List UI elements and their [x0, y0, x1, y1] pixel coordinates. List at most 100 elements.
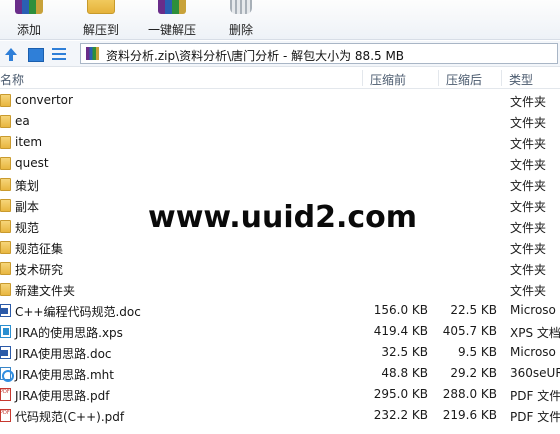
file-size-before: 295.0 KB [373, 387, 428, 401]
add-button[interactable]: 添加 [4, 0, 54, 40]
file-type: Microso [510, 345, 556, 359]
file-size-before: 32.5 KB [381, 345, 428, 359]
column-header-name[interactable]: 名称 [0, 71, 24, 88]
file-row[interactable]: JIRA使用思路.mht 48.8 KB 29.2 KB 360seUR [0, 363, 560, 384]
file-size-after: 219.6 KB [442, 408, 497, 422]
file-name: JIRA的使用思路.xps [15, 326, 123, 340]
file-type: PDF 文件 [510, 389, 560, 403]
file-name: 规范 [15, 221, 40, 235]
file-name: 代码规范(C++).pdf [15, 410, 125, 424]
file-name: 策划 [15, 179, 40, 193]
file-type: 文件夹 [510, 95, 547, 109]
file-row[interactable]: 策划 文件夹 [0, 174, 560, 195]
file-row[interactable]: JIRA使用思路.pdf 295.0 KB 288.0 KB PDF 文件 [0, 384, 560, 405]
xps-doc-icon [0, 325, 11, 338]
file-size-after: 405.7 KB [442, 324, 497, 338]
folder-icon [0, 94, 11, 107]
file-name: 规范征集 [15, 242, 64, 256]
column-divider[interactable] [438, 70, 439, 86]
folder-icon [0, 115, 11, 128]
file-size-after: 9.5 KB [458, 345, 497, 359]
mht-doc-icon [0, 367, 14, 382]
file-type: 文件夹 [510, 242, 547, 256]
path-text: 资料分析.zip\资料分析\唐门分析 - 解包大小为 88.5 MB [106, 49, 405, 63]
column-divider[interactable] [362, 70, 363, 86]
one-click-extract-button-label: 一键解压 [147, 23, 196, 37]
list-view-icon[interactable] [51, 46, 67, 62]
folder-icon [0, 220, 11, 233]
file-name: C++编程代码规范.doc [15, 305, 141, 319]
file-name: JIRA使用思路.doc [15, 347, 112, 361]
extract-to-button[interactable]: 解压到 [76, 0, 126, 40]
address-bar: 资料分析.zip\资料分析\唐门分析 - 解包大小为 88.5 MB [0, 41, 560, 67]
extract-to-button-label: 解压到 [82, 23, 119, 37]
file-size-before: 48.8 KB [381, 366, 428, 380]
file-name: convertor [15, 93, 73, 107]
column-header-packed[interactable]: 压缩前 [370, 71, 406, 88]
file-row[interactable]: quest 文件夹 [0, 153, 560, 174]
file-row[interactable]: 新建文件夹 文件夹 [0, 279, 560, 300]
file-type: 文件夹 [510, 221, 547, 235]
folder-icon [0, 199, 11, 212]
pdf-doc-icon [0, 388, 11, 401]
column-header-size[interactable]: 压缩后 [446, 71, 482, 88]
file-row[interactable]: 代码规范(C++).pdf 232.2 KB 219.6 KB PDF 文件 [0, 405, 560, 426]
file-row[interactable]: convertor 文件夹 [0, 90, 560, 111]
column-header-row: 名称 压缩前 压缩后 类型 [0, 68, 560, 89]
folder-icon [0, 262, 11, 275]
add-archive-icon [15, 0, 43, 14]
file-row[interactable]: JIRA的使用思路.xps 419.4 KB 405.7 KB XPS 文档 [0, 321, 560, 342]
file-size-after: 22.5 KB [450, 303, 497, 317]
folder-icon [0, 136, 11, 149]
file-type: Microso [510, 303, 556, 317]
file-row[interactable]: C++编程代码规范.doc 156.0 KB 22.5 KB Microso [0, 300, 560, 321]
one-click-extract-icon [158, 0, 186, 14]
file-name: ea [15, 114, 30, 128]
thumbnail-view-icon[interactable] [27, 46, 44, 62]
file-type: 文件夹 [510, 200, 547, 214]
file-type: 文件夹 [510, 263, 547, 277]
file-row[interactable]: ea 文件夹 [0, 111, 560, 132]
file-size-before: 232.2 KB [373, 408, 428, 422]
folder-icon [0, 241, 11, 254]
file-size-before: 156.0 KB [373, 303, 428, 317]
file-name: JIRA使用思路.pdf [15, 389, 110, 403]
file-name: JIRA使用思路.mht [15, 368, 114, 382]
folder-icon [0, 178, 11, 191]
add-button-label: 添加 [16, 23, 41, 37]
file-type: XPS 文档 [510, 326, 560, 340]
file-row[interactable]: 规范征集 文件夹 [0, 237, 560, 258]
up-arrow-icon[interactable] [3, 46, 19, 62]
file-name: 技术研究 [15, 263, 64, 277]
folder-icon [0, 283, 11, 296]
file-name: 副本 [15, 200, 40, 214]
file-size-before: 419.4 KB [373, 324, 428, 338]
word-doc-icon [0, 304, 11, 317]
file-row[interactable]: item 文件夹 [0, 132, 560, 153]
pdf-doc-icon [0, 409, 11, 422]
file-row[interactable]: 技术研究 文件夹 [0, 258, 560, 279]
watermark-text: www.uuid2.com [148, 200, 418, 235]
file-row[interactable]: JIRA使用思路.doc 32.5 KB 9.5 KB Microso [0, 342, 560, 363]
file-size-after: 288.0 KB [442, 387, 497, 401]
file-type: 文件夹 [510, 179, 547, 193]
path-field[interactable]: 资料分析.zip\资料分析\唐门分析 - 解包大小为 88.5 MB [80, 43, 558, 64]
file-size-after: 29.2 KB [450, 366, 497, 380]
column-divider[interactable] [501, 70, 502, 86]
word-doc-icon [0, 346, 11, 359]
file-type: 360seUR [510, 366, 560, 380]
one-click-extract-button[interactable]: 一键解压 [140, 0, 204, 40]
extract-folder-icon [87, 0, 115, 14]
delete-button-label: 删除 [228, 23, 253, 37]
file-type: 文件夹 [510, 137, 547, 151]
file-type: PDF 文件 [510, 410, 560, 424]
file-name: quest [15, 156, 49, 170]
delete-button[interactable]: 删除 [222, 0, 260, 40]
file-type: 文件夹 [510, 158, 547, 172]
toolbar: 添加 解压到 一键解压 删除 [0, 0, 560, 40]
column-header-type[interactable]: 类型 [509, 71, 533, 88]
file-type: 文件夹 [510, 284, 547, 298]
file-list: convertor 文件夹 ea 文件夹 item 文件夹 quest 文件夹 策划 文件夹 副本文… [0, 90, 560, 434]
trash-icon [230, 0, 252, 14]
file-name: item [15, 135, 43, 149]
